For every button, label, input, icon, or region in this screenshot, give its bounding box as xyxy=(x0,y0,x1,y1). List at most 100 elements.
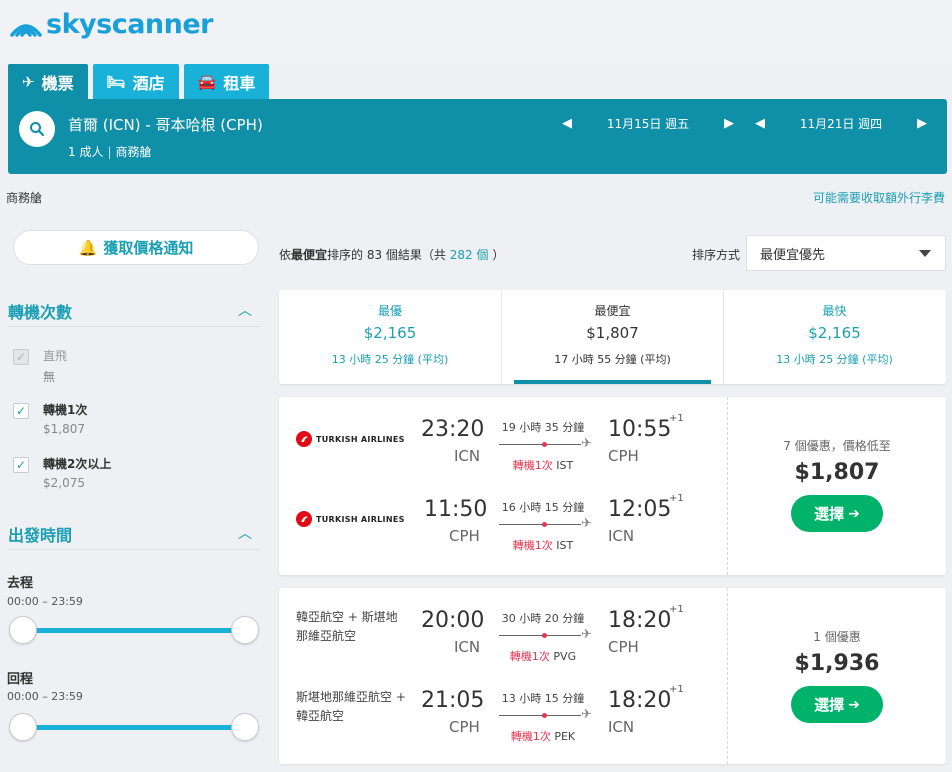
via-airport: PEK xyxy=(554,730,576,743)
stops-filter-title[interactable]: 轉機次數 xyxy=(8,299,72,323)
departure-airport: ICN xyxy=(454,638,481,656)
direct-checkbox[interactable]: ✓ xyxy=(13,349,29,365)
stops-info: 轉機1次 IST xyxy=(493,537,593,553)
return-leg: TURKISH AIRLINES 11:50 CPH 16 小時 15 分鐘 ✈… xyxy=(279,491,727,561)
prev-return-date-button[interactable]: ◀ xyxy=(753,116,767,131)
stop-label: 直飛 xyxy=(43,349,68,363)
arrival-airport: CPH xyxy=(608,447,639,465)
airline-name: TURKISH AIRLINES xyxy=(316,434,405,444)
select-button[interactable]: 選擇 ➔ xyxy=(791,686,883,723)
return-time-slider[interactable] xyxy=(20,725,245,730)
summary-duration: 13 小時 25 分鐘 (平均) xyxy=(776,353,893,366)
deals-text: 1 個優惠 xyxy=(813,630,861,644)
departure-time-filter-title[interactable]: 出發時間 xyxy=(8,522,72,546)
chevron-up-icon[interactable]: ︿ xyxy=(238,300,252,320)
route-line xyxy=(499,444,581,445)
outbound-min-handle[interactable] xyxy=(9,616,37,644)
tab-hotels[interactable]: 🛏 酒店 xyxy=(92,64,179,99)
edit-search-button[interactable] xyxy=(19,111,55,147)
arrow-right-icon: ➔ xyxy=(848,505,860,522)
product-tabs: ✈ 機票 🛏 酒店 🚘 租車 xyxy=(8,64,274,100)
chevron-up-icon[interactable]: ︿ xyxy=(238,523,252,543)
tab-fastest[interactable]: 最快 $2,165 13 小時 25 分鐘 (平均) xyxy=(723,290,945,384)
stop-price: $2,075 xyxy=(43,476,85,490)
price-alert-button[interactable]: 🔔 獲取價格通知 xyxy=(13,230,259,265)
next-depart-date-button[interactable]: ▶ xyxy=(722,116,736,131)
route-text[interactable]: 首爾 (ICN) - 哥本哈根 (CPH) xyxy=(68,114,263,135)
tab-best[interactable]: 最優 $2,165 13 小時 25 分鐘 (平均) xyxy=(279,290,501,384)
select-label: 選擇 xyxy=(814,696,845,714)
turkish-airlines-logo: TURKISH AIRLINES xyxy=(296,511,405,527)
show-all-results-link[interactable]: 282 個 xyxy=(450,248,489,262)
turkish-airlines-emblem-icon xyxy=(296,431,312,447)
outbound-max-handle[interactable] xyxy=(231,616,259,644)
flight-duration: 16 小時 15 分鐘 xyxy=(501,501,585,514)
departure-time: 21:05 xyxy=(421,688,485,713)
departure-airport: ICN xyxy=(454,447,481,465)
plane-icon: ✈ xyxy=(581,707,592,722)
search-summary-bar: 首爾 (ICN) - 哥本哈根 (CPH) 1 成人 | 商務艙 ◀ 11月15日 … xyxy=(8,99,947,174)
departure-time: 23:20 xyxy=(421,417,485,442)
stops-info: 轉機1次 IST xyxy=(493,457,593,473)
stop-label: 轉機2次以上 xyxy=(43,457,112,471)
airline-name: TURKISH AIRLINES xyxy=(316,514,405,524)
two-plus-stops-checkbox[interactable]: ✓ xyxy=(13,457,29,473)
results-mid: 排序的 83 個結果（共 xyxy=(327,248,446,262)
return-max-handle[interactable] xyxy=(231,713,259,741)
tab-flights[interactable]: ✈ 機票 xyxy=(8,64,88,99)
caret-down-icon xyxy=(919,250,931,257)
day-offset: +1 xyxy=(669,493,684,504)
passengers-text: 1 成人 xyxy=(68,145,104,159)
departure-airport: CPH xyxy=(449,527,480,545)
route-line xyxy=(499,635,581,636)
one-stop-checkbox[interactable]: ✓ xyxy=(13,403,29,419)
results-count: 依最便宜排序的 83 個結果（共 282 個 ） xyxy=(279,246,504,263)
price-panel: 1 個優惠 $1,936 選擇 ➔ xyxy=(728,588,946,764)
select-button[interactable]: 選擇 ➔ xyxy=(791,495,883,532)
price: $1,807 xyxy=(794,460,880,485)
arrival-airport: ICN xyxy=(608,527,635,545)
depart-date[interactable]: 11月15日 週五 xyxy=(574,115,722,132)
outbound-leg: 韓亞航空 + 斯堪地那維亞航空 20:00 ICN 30 小時 20 分鐘 ✈ … xyxy=(279,602,727,672)
prev-depart-date-button[interactable]: ◀ xyxy=(560,116,574,131)
brand-name: skyscanner xyxy=(46,9,214,40)
result-card[interactable]: 韓亞航空 + 斯堪地那維亞航空 20:00 ICN 30 小時 20 分鐘 ✈ … xyxy=(279,588,946,764)
sort-value: 最便宜優先 xyxy=(760,247,826,263)
cabin-text: 商務艙 xyxy=(115,145,152,159)
baggage-fees-link[interactable]: 可能需要收取額外行李費 xyxy=(813,189,945,206)
arrival-airport: CPH xyxy=(608,638,639,656)
stop-dot xyxy=(542,442,547,447)
tab-car-hire-label: 租車 xyxy=(223,73,256,93)
stop-price: 無 xyxy=(43,370,56,384)
flight-duration: 13 小時 15 分鐘 xyxy=(501,692,585,705)
airline-name: 斯堪地那維亞航空 + 韓亞航空 xyxy=(296,690,406,723)
outbound-time-slider[interactable] xyxy=(20,628,245,633)
return-date[interactable]: 11月21日 週四 xyxy=(767,115,915,132)
tab-cheapest[interactable]: 最便宜 $1,807 17 小時 55 分鐘 (平均) xyxy=(501,290,723,384)
arrival-time: 18:20 xyxy=(608,688,672,713)
skyscanner-logo[interactable]: skyscanner xyxy=(8,9,214,40)
cabin-class-label: 商務艙 xyxy=(6,191,43,205)
turkish-airlines-emblem-icon xyxy=(296,511,312,527)
return-leg: 斯堪地那維亞航空 + 韓亞航空 21:05 CPH 13 小時 15 分鐘 ✈ … xyxy=(279,682,727,752)
depart-date-control: ◀ 11月15日 週五 ▶ xyxy=(560,115,736,132)
arrival-time: 12:05 xyxy=(608,497,672,522)
arrow-right-icon: ➔ xyxy=(848,696,860,713)
return-label: 回程 xyxy=(7,672,34,687)
summary-price: $2,165 xyxy=(808,324,861,342)
outbound-label: 去程 xyxy=(7,576,34,591)
next-return-date-button[interactable]: ▶ xyxy=(915,116,929,131)
day-offset: +1 xyxy=(669,413,684,424)
result-card[interactable]: TURKISH AIRLINES 23:20 ICN 19 小時 35 分鐘 ✈… xyxy=(279,397,946,575)
arrival-time: 10:55 xyxy=(608,417,672,442)
passenger-cabin-info[interactable]: 1 成人 | 商務艙 xyxy=(68,143,152,160)
sort-dropdown[interactable]: 最便宜優先 xyxy=(746,235,946,271)
price-alert-label: 獲取價格通知 xyxy=(103,239,194,257)
results-prefix: 依 xyxy=(279,248,292,262)
car-icon: 🚘 xyxy=(197,72,217,91)
return-range: 00:00 – 23:59 xyxy=(7,690,83,703)
tab-car-hire[interactable]: 🚘 租車 xyxy=(183,64,270,99)
deals-text: 7 個優惠，價格低至 xyxy=(783,439,891,453)
return-min-handle[interactable] xyxy=(9,713,37,741)
results-suffix: ） xyxy=(492,248,505,262)
